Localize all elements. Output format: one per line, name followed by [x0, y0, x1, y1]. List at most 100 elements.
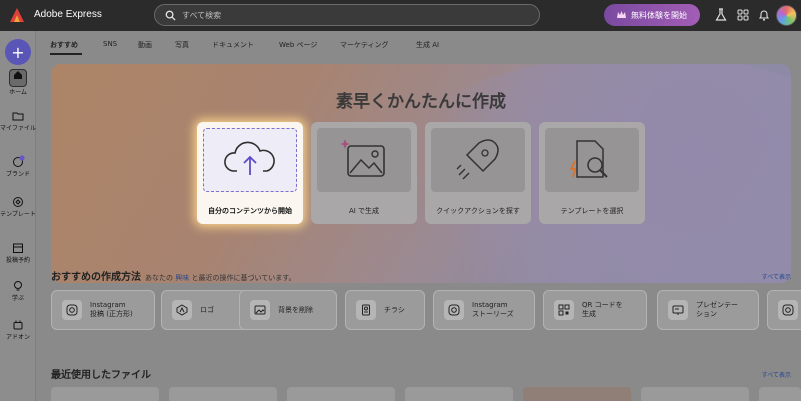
rail-item-my-files[interactable]: マイファイル: [0, 109, 36, 133]
quick-create-flyer[interactable]: チラシ: [345, 290, 425, 330]
tab-generative-ai[interactable]: 生成 AI: [416, 40, 439, 50]
quick-create-logo[interactable]: ロゴ: [161, 290, 247, 330]
rail-item-learn[interactable]: 学ぶ: [0, 279, 36, 303]
remove-bg-icon: [250, 300, 270, 320]
user-avatar[interactable]: [776, 5, 797, 26]
qr-code-icon: [554, 300, 574, 320]
trial-label: 無料体験を開始: [631, 10, 687, 20]
create-new-button[interactable]: +: [5, 39, 31, 65]
upload-cloud-icon: [224, 141, 275, 175]
quick-action-card[interactable]: クイックアクションを探す: [425, 122, 531, 224]
recent-file-thumbnail[interactable]: [169, 387, 277, 401]
instagram-icon: [444, 300, 464, 320]
tab-photo[interactable]: 写真: [175, 40, 189, 50]
instagram-icon: [62, 300, 82, 320]
rail-item-addons[interactable]: アドオン: [0, 318, 36, 342]
top-bar: Adobe Express 無料体験を開始: [0, 0, 801, 31]
section-subtitle: あなたの 興味 と最近の操作に基づいています。: [145, 274, 296, 282]
tab-sns[interactable]: SNS: [103, 40, 117, 48]
quick-create-instagram-partial[interactable]: [767, 290, 801, 330]
label-line: チラシ: [384, 305, 405, 314]
rail-item-home[interactable]: ホーム: [0, 69, 36, 97]
rail-item-label: 学ぶ: [11, 295, 24, 302]
quick-create-label: ロゴ: [200, 306, 214, 315]
label-line: ション: [696, 310, 717, 318]
rail-item-label: ブランド: [5, 171, 30, 178]
search-bar[interactable]: [154, 4, 540, 26]
tab-video[interactable]: 動画: [138, 40, 152, 50]
card-label: クイックアクションを探す: [436, 207, 520, 215]
rail-item-brand[interactable]: ブランド: [0, 155, 36, 179]
rail-item-label: マイファイル: [0, 125, 37, 132]
search-icon: [165, 10, 176, 21]
template-search-icon: [569, 140, 608, 178]
label-line: 背景を削除: [278, 305, 313, 314]
card-thumbnail: [431, 128, 525, 192]
recent-file-thumbnail[interactable]: [405, 387, 513, 401]
quick-create-label: QR コードを 生成: [582, 301, 623, 319]
bell-icon[interactable]: [757, 8, 771, 22]
left-rail: + ホーム マイファイル ブランド テンプレート 投稿予約 学ぶ アドオン: [0, 31, 36, 401]
rail-item-templates[interactable]: テンプレート: [0, 195, 36, 219]
see-all-recent-link[interactable]: すべて表示: [762, 370, 791, 379]
tab-web-page[interactable]: Web ページ: [279, 40, 317, 50]
apps-grid-icon[interactable]: [736, 8, 750, 22]
search-input[interactable]: [182, 10, 522, 20]
label-line: ストーリーズ: [472, 310, 514, 318]
recent-file-thumbnail[interactable]: [523, 387, 631, 401]
ai-generate-card[interactable]: AI で生成: [311, 122, 417, 224]
tab-document[interactable]: ドキュメント: [212, 40, 254, 50]
start-free-trial-button[interactable]: 無料体験を開始: [604, 4, 700, 26]
rail-item-label: アドオン: [5, 334, 30, 341]
card-thumbnail: [545, 128, 639, 192]
recent-file-thumbnail[interactable]: [641, 387, 749, 401]
choose-template-card[interactable]: テンプレートを選択: [539, 122, 645, 224]
quick-create-instagram-story[interactable]: Instagram ストーリーズ: [433, 290, 535, 330]
home-icon: [9, 69, 27, 87]
start-from-content-card[interactable]: 自分のコンテンツから開始: [197, 122, 303, 224]
section-heading: おすすめの作成方法: [51, 272, 141, 283]
card-label: 自分のコンテンツから開始: [208, 207, 292, 215]
recommended-section-title: おすすめの作成方法 あなたの 興味 と最近の操作に基づいています。: [51, 268, 296, 283]
lightbulb-icon: [14, 281, 22, 291]
rocket-icon: [456, 139, 499, 180]
presentation-icon: [668, 300, 688, 320]
quick-create-presentation[interactable]: プレゼンテー ション: [657, 290, 759, 330]
quick-create-label: Instagram ストーリーズ: [472, 301, 514, 319]
label-line: ロゴ: [200, 305, 214, 314]
quick-create-label: チラシ: [384, 306, 405, 315]
quick-create-instagram-post[interactable]: Instagram 投稿 (正方形): [51, 290, 155, 330]
logo-icon: [172, 300, 192, 320]
plus-icon: +: [11, 42, 25, 62]
recent-file-thumbnail[interactable]: [287, 387, 395, 401]
quick-create-remove-background[interactable]: 背景を削除: [239, 290, 337, 330]
rail-item-label: テンプレート: [0, 211, 36, 218]
label-line: プレゼンテー: [696, 301, 738, 309]
addon-icon: [13, 320, 23, 330]
adobe-express-logo-icon[interactable]: [9, 7, 25, 23]
main-content: おすすめ SNS 動画 写真 ドキュメント Web ページ マーケティング 生成…: [37, 31, 801, 401]
interests-link[interactable]: 興味: [175, 274, 189, 282]
ai-image-icon: [340, 139, 385, 177]
folder-icon: [12, 112, 24, 121]
recent-file-thumbnail[interactable]: [759, 387, 801, 401]
tab-marketing[interactable]: マーケティング: [340, 40, 388, 50]
see-all-recommended-link[interactable]: すべて表示: [762, 272, 791, 281]
hero-banner: 素早くかんたんに作成 自分のコンテンツから開始 AI で生成 クイックアクション…: [51, 64, 791, 283]
rail-item-schedule[interactable]: 投稿予約: [0, 241, 36, 265]
quick-create-label: Instagram 投稿 (正方形): [90, 301, 133, 319]
tab-recommended[interactable]: おすすめ: [50, 40, 78, 50]
label-line: 生成: [582, 310, 596, 318]
card-thumbnail: [203, 128, 297, 192]
rail-item-label: 投稿予約: [5, 257, 30, 264]
flask-icon[interactable]: [714, 8, 728, 22]
rail-item-label: ホーム: [9, 89, 27, 96]
app-title: Adobe Express: [34, 9, 102, 20]
recent-file-thumbnail[interactable]: [51, 387, 159, 401]
subtitle-text: と最近の操作に基づいています。: [191, 274, 296, 282]
label-line: Instagram: [90, 301, 126, 309]
brand-icon: [13, 155, 25, 167]
active-tab-indicator: [50, 53, 82, 55]
quick-create-qr-code[interactable]: QR コードを 生成: [543, 290, 647, 330]
label-line: Instagram: [472, 301, 508, 309]
